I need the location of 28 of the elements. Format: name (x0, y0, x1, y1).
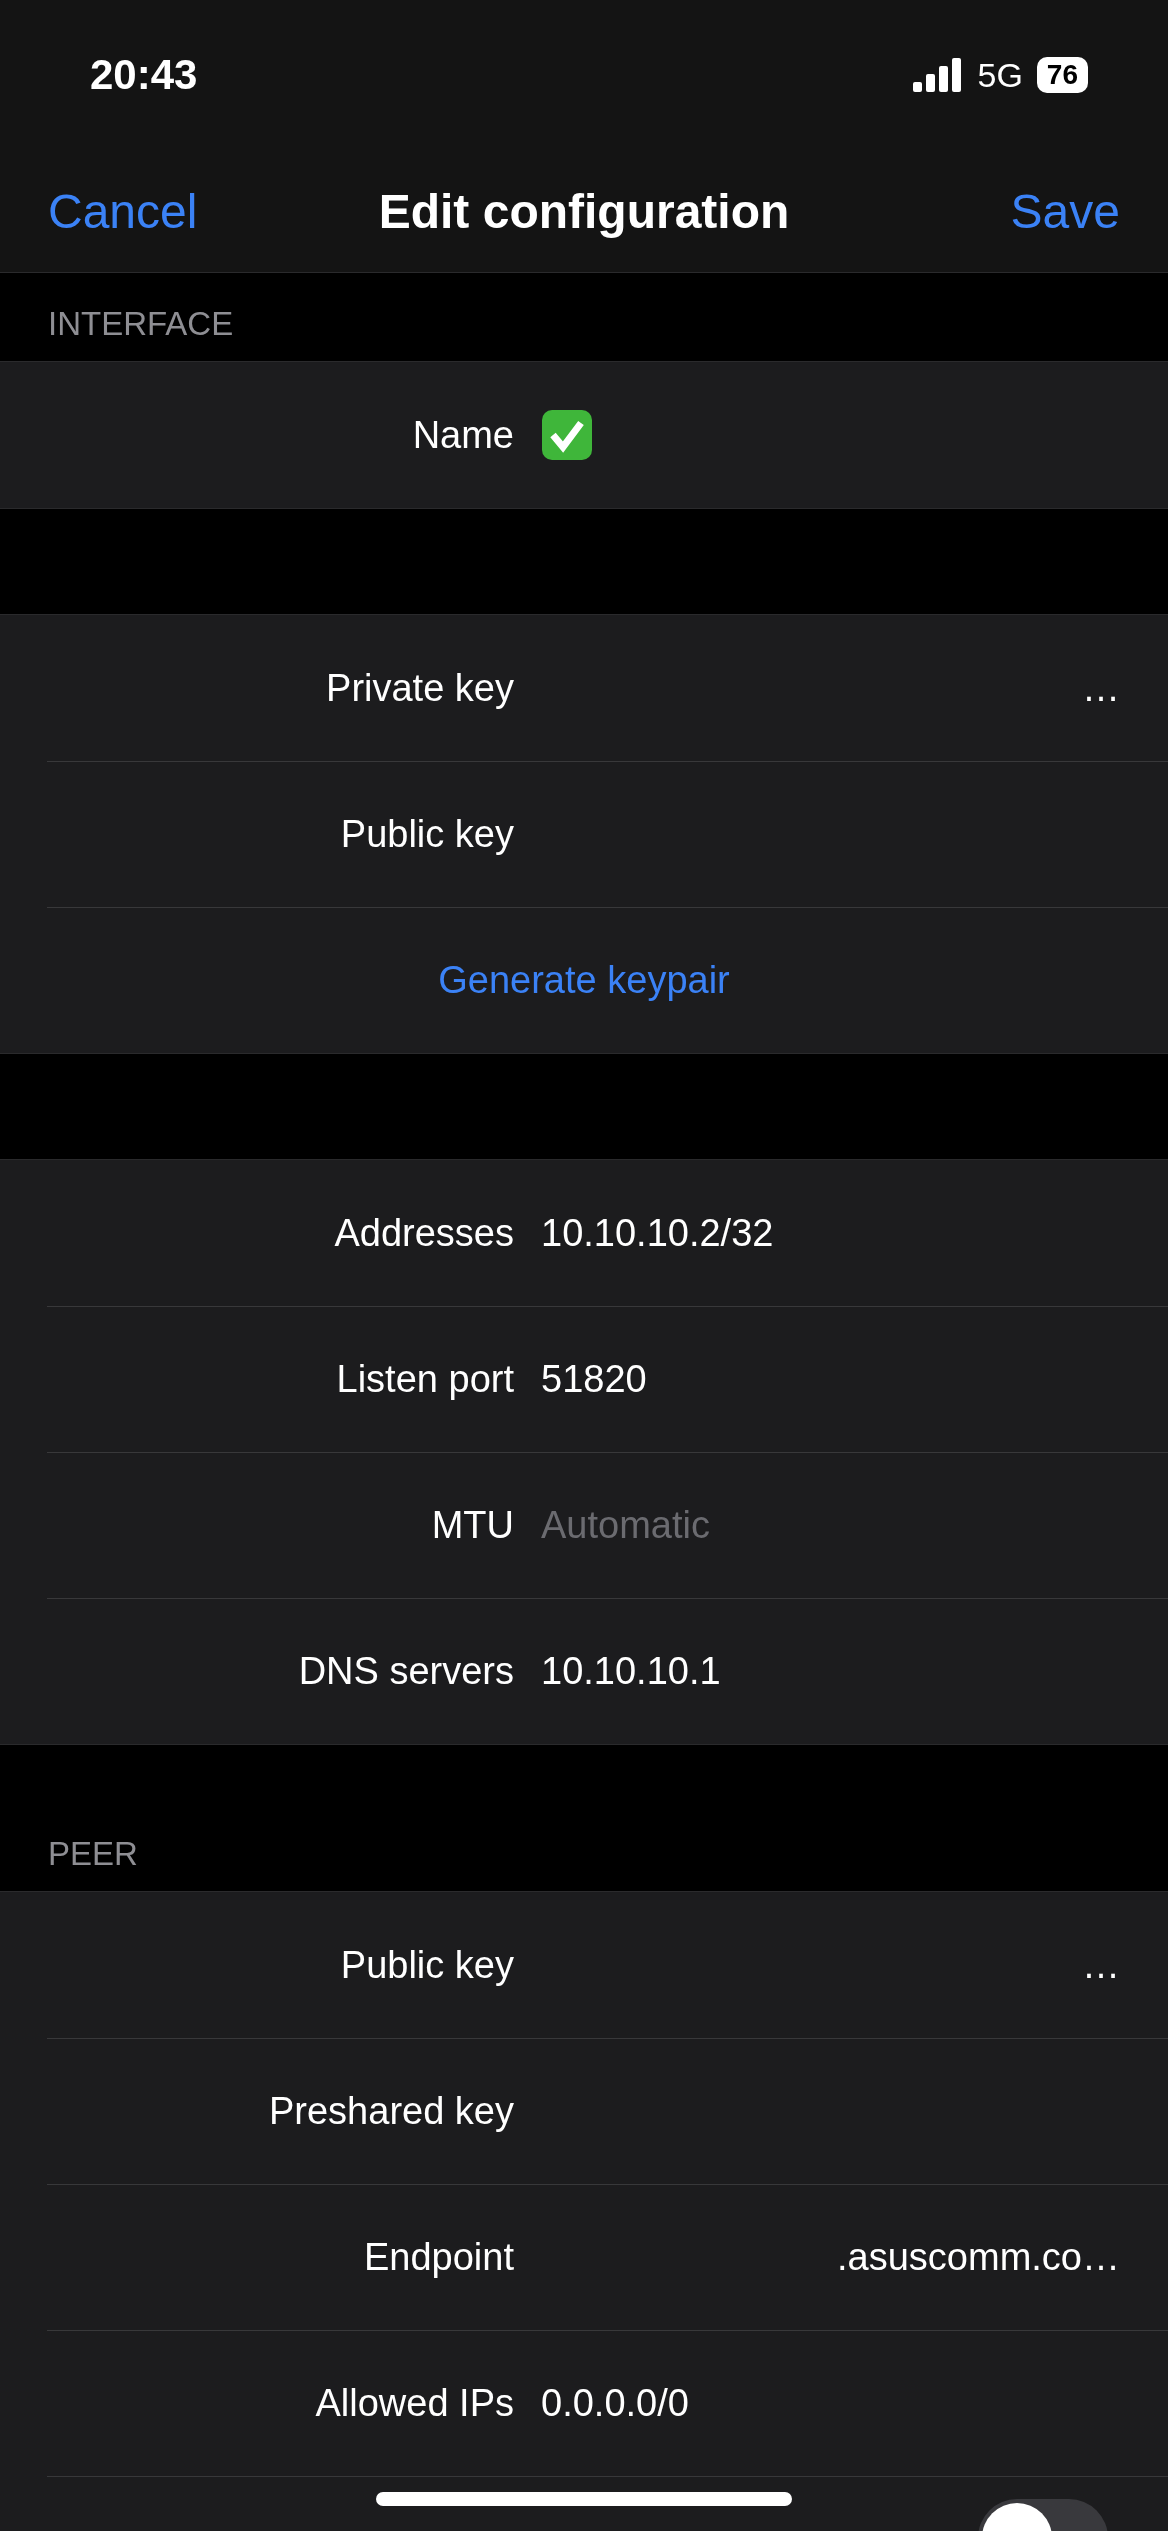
status-time: 20:43 (90, 51, 198, 99)
signal-icon (913, 58, 964, 92)
field-label: Public key (339, 1943, 514, 1987)
field-value[interactable]: 0.0.0.0/0 (541, 2382, 689, 2425)
field-label: MTU (430, 1504, 514, 1547)
field-label: Private key (325, 666, 514, 710)
field-value[interactable]: … (1082, 666, 1120, 710)
field-value[interactable]: 10.10.10.1 (541, 1650, 721, 1693)
battery-level: 76 (1036, 57, 1088, 93)
field-label: Public key (339, 813, 514, 856)
field-label: DNS servers (297, 1650, 514, 1693)
field-label: Name (411, 413, 514, 457)
field-value[interactable]: 10.10.10.2/32 (541, 1211, 774, 1255)
section-header: PEER (47, 1834, 139, 1874)
field-label: Preshared key (268, 2090, 514, 2133)
save-button[interactable]: Save (1010, 183, 1120, 239)
cancel-button[interactable]: Cancel (48, 183, 198, 239)
field-value[interactable]: … (1082, 1943, 1120, 1987)
field-value[interactable]: 51820 (541, 1358, 647, 1401)
field-label: Addresses (333, 1211, 514, 1255)
network-label: 5G (977, 55, 1023, 95)
screen-title: Edit configuration (378, 183, 790, 239)
field-value[interactable]: .asuscomm.co… (837, 2236, 1120, 2279)
field-label: Allowed IPs (314, 2382, 514, 2425)
field-label: Endpoint (363, 2236, 514, 2279)
field-label: Listen port (335, 1358, 514, 1401)
generate-button[interactable]: Generate keypair (47, 958, 1121, 1003)
section-header: INTERFACE (47, 304, 235, 344)
